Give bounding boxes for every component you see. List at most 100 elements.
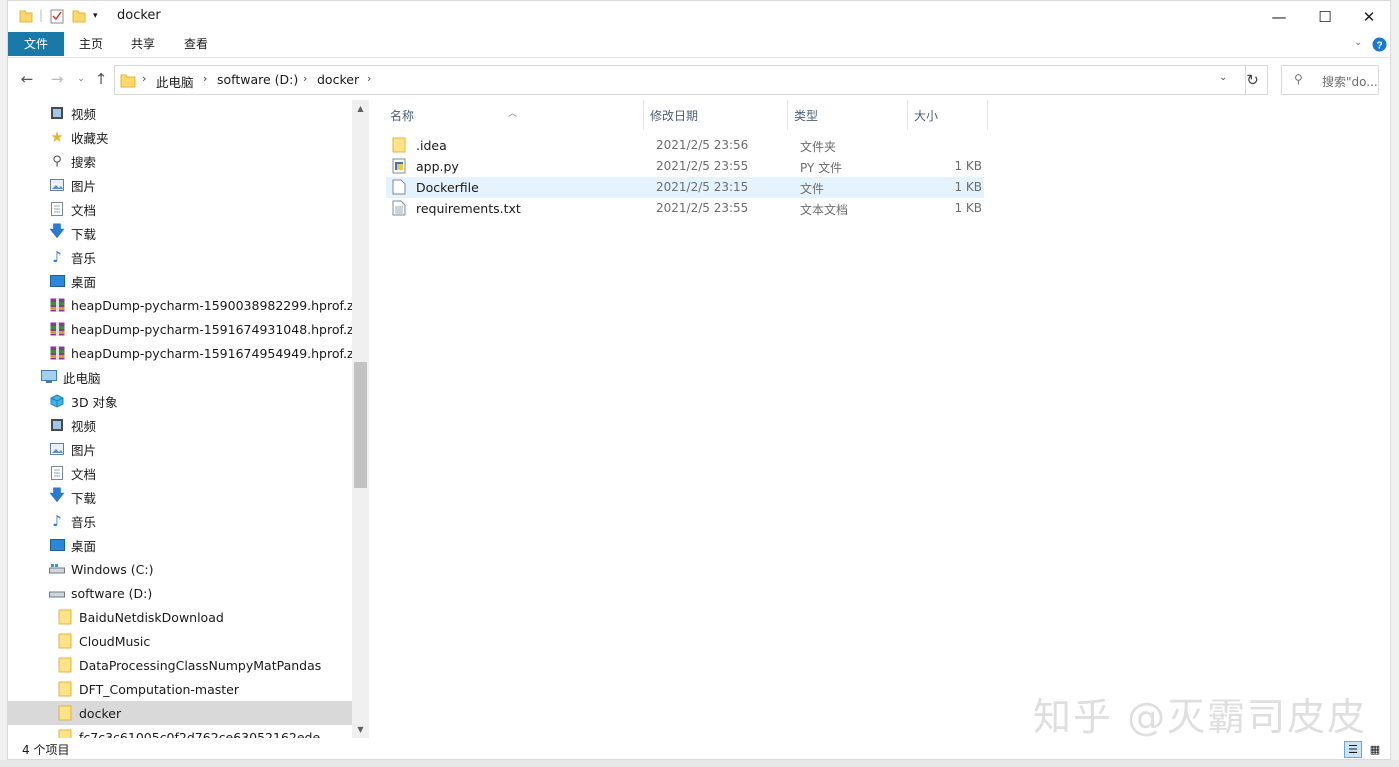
tree-item[interactable]: 桌面 — [8, 533, 352, 557]
breadcrumb-separator[interactable]: › — [142, 72, 146, 85]
tree-item[interactable]: CloudMusic — [8, 629, 352, 653]
folder-icon — [57, 657, 73, 673]
refresh-icon[interactable]: ↻ — [1238, 65, 1268, 95]
close-button[interactable]: ✕ — [1346, 1, 1390, 32]
breadcrumb-separator[interactable]: › — [203, 72, 207, 85]
status-bar: 4 个项目 ☰ ▦ — [8, 738, 1390, 759]
tree-item[interactable]: 视频 — [8, 101, 352, 125]
tree-item[interactable]: ★ 收藏夹 — [8, 125, 352, 149]
tree-item-docker[interactable]: docker — [8, 701, 352, 725]
tree-item[interactable]: 🡇 下载 — [8, 221, 352, 245]
watermark-text: 知乎 @灭霸司皮皮 — [1033, 695, 1368, 739]
text-file-icon — [392, 200, 406, 216]
explorer-window: | ▾ docker — ☐ ✕ 文件 主页 共享 查看 ⌄ ? ← → ⌄ ↑… — [7, 0, 1391, 760]
search-placeholder: 搜索"do... — [1322, 75, 1378, 89]
computer-icon — [41, 369, 57, 385]
tab-home[interactable]: 主页 — [66, 32, 116, 56]
breadcrumb-separator[interactable]: › — [367, 72, 371, 85]
tree-item[interactable]: ♪ 音乐 — [8, 245, 352, 269]
tree-item[interactable]: BaiduNetdiskDownload — [8, 605, 352, 629]
title-bar: | ▾ docker — ☐ ✕ — [8, 1, 1390, 32]
column-header-modified[interactable]: 修改日期 — [644, 100, 788, 130]
column-header-size[interactable]: 大小 — [908, 100, 988, 130]
navigation-bar: ← → ⌄ ↑ › 此电脑 › software (D:) › docker ›… — [8, 58, 1390, 100]
arrow-left-icon[interactable]: ← — [16, 68, 38, 90]
folder-icon — [120, 74, 136, 88]
python-file-icon — [392, 158, 406, 174]
details-view-icon[interactable]: ☰ — [1344, 741, 1362, 758]
column-header-name[interactable]: 名称 ︿ — [384, 100, 644, 130]
tree-item[interactable]: 🡇 下载 — [8, 485, 352, 509]
sort-ascending-icon: ︿ — [508, 109, 518, 119]
tree-item[interactable]: ⚲ 搜索 — [8, 149, 352, 173]
tree-item[interactable]: 图片 — [8, 437, 352, 461]
breadcrumb-docker[interactable]: docker — [317, 72, 359, 87]
video-icon — [49, 105, 65, 121]
customize-quick-access-icon[interactable]: ▾ — [93, 11, 98, 27]
file-row[interactable]: .idea 2021/2/5 23:56 文件夹 — [386, 135, 984, 156]
tree-item[interactable]: heapDump-pycharm-1591674954949.hprof.zip — [8, 341, 352, 365]
scrollbar-thumb[interactable] — [354, 362, 367, 488]
tree-item[interactable]: 文档 — [8, 197, 352, 221]
scroll-down-icon[interactable]: ▼ — [352, 721, 369, 738]
folder-icon — [57, 681, 73, 697]
file-row-selected[interactable]: Dockerfile 2021/2/5 23:15 文件 1 KB — [386, 177, 984, 198]
zip-icon — [49, 345, 65, 361]
desktop-strip — [0, 760, 1399, 767]
window-title: docker — [117, 8, 161, 23]
arrow-up-icon[interactable]: ↑ — [90, 68, 112, 90]
tree-item[interactable]: 3D 对象 — [8, 389, 352, 413]
navigation-pane-scrollbar[interactable]: ▲ ▼ — [352, 100, 369, 738]
address-history-chevron-icon[interactable]: ⌄ — [1219, 72, 1227, 83]
arrow-right-icon[interactable]: → — [46, 68, 68, 90]
item-count: 4 个项目 — [22, 743, 70, 757]
tree-item[interactable]: 桌面 — [8, 269, 352, 293]
large-icons-view-icon[interactable]: ▦ — [1366, 741, 1384, 758]
music-icon: ♪ — [52, 512, 62, 530]
tree-item-drive-c[interactable]: Windows (C:) — [8, 557, 352, 581]
help-icon[interactable]: ? — [1372, 37, 1387, 52]
search-input[interactable]: ⚲ 搜索"do... — [1281, 65, 1379, 95]
minimize-button[interactable]: — — [1256, 1, 1302, 32]
tree-item-this-pc[interactable]: 此电脑 — [8, 365, 352, 389]
maximize-button[interactable]: ☐ — [1302, 1, 1348, 32]
recent-locations-icon[interactable]: ⌄ — [70, 68, 92, 90]
tree-item[interactable]: ♪ 音乐 — [8, 509, 352, 533]
zip-icon — [49, 321, 65, 337]
folder-icon — [57, 729, 73, 738]
properties-icon[interactable] — [50, 8, 64, 24]
folder-icon[interactable] — [19, 8, 33, 24]
breadcrumb-separator[interactable]: › — [303, 72, 307, 85]
video-icon — [49, 417, 65, 433]
tree-item[interactable]: 文档 — [8, 461, 352, 485]
file-list: 名称 ︿ 修改日期 类型 大小 .idea 2021/2/5 23:56 文件夹… — [384, 100, 1390, 738]
scroll-up-icon[interactable]: ▲ — [352, 100, 369, 117]
file-icon — [392, 179, 406, 195]
music-icon: ♪ — [52, 248, 62, 266]
tree-item[interactable]: 视频 — [8, 413, 352, 437]
tree-item-drive-d[interactable]: software (D:) — [8, 581, 352, 605]
document-icon — [49, 201, 65, 217]
tab-share[interactable]: 共享 — [118, 32, 168, 56]
tree-item[interactable]: 图片 — [8, 173, 352, 197]
tree-item[interactable]: DataProcessingClassNumpyMatPandas — [8, 653, 352, 677]
document-icon — [49, 465, 65, 481]
tree-item[interactable]: fc7c3c61005c0f2d762ce63052162ede — [8, 725, 352, 738]
ribbon: 文件 主页 共享 查看 ⌄ ? — [8, 32, 1390, 58]
tree-item[interactable]: DFT_Computation-master — [8, 677, 352, 701]
breadcrumb-this-pc[interactable]: 此电脑 — [156, 72, 194, 91]
file-row[interactable]: app.py 2021/2/5 23:55 PY 文件 1 KB — [386, 156, 984, 177]
tab-file[interactable]: 文件 — [8, 32, 64, 56]
column-header-type[interactable]: 类型 — [788, 100, 908, 130]
download-icon: 🡇 — [49, 485, 65, 504]
tree-item[interactable]: heapDump-pycharm-1591674931048.hprof.zip — [8, 317, 352, 341]
file-row[interactable]: requirements.txt 2021/2/5 23:55 文本文档 1 K… — [386, 198, 984, 219]
picture-icon — [49, 177, 65, 193]
breadcrumb-drive-d[interactable]: software (D:) — [217, 72, 298, 87]
tree-item[interactable]: heapDump-pycharm-1590038982299.hprof.zip — [8, 293, 352, 317]
new-folder-icon[interactable] — [72, 8, 86, 24]
svg-text:?: ? — [1376, 41, 1382, 52]
tab-view[interactable]: 查看 — [171, 32, 221, 56]
chevron-down-icon[interactable]: ⌄ — [1354, 37, 1362, 48]
address-bar[interactable]: › 此电脑 › software (D:) › docker › ⌄ — [114, 65, 1246, 95]
